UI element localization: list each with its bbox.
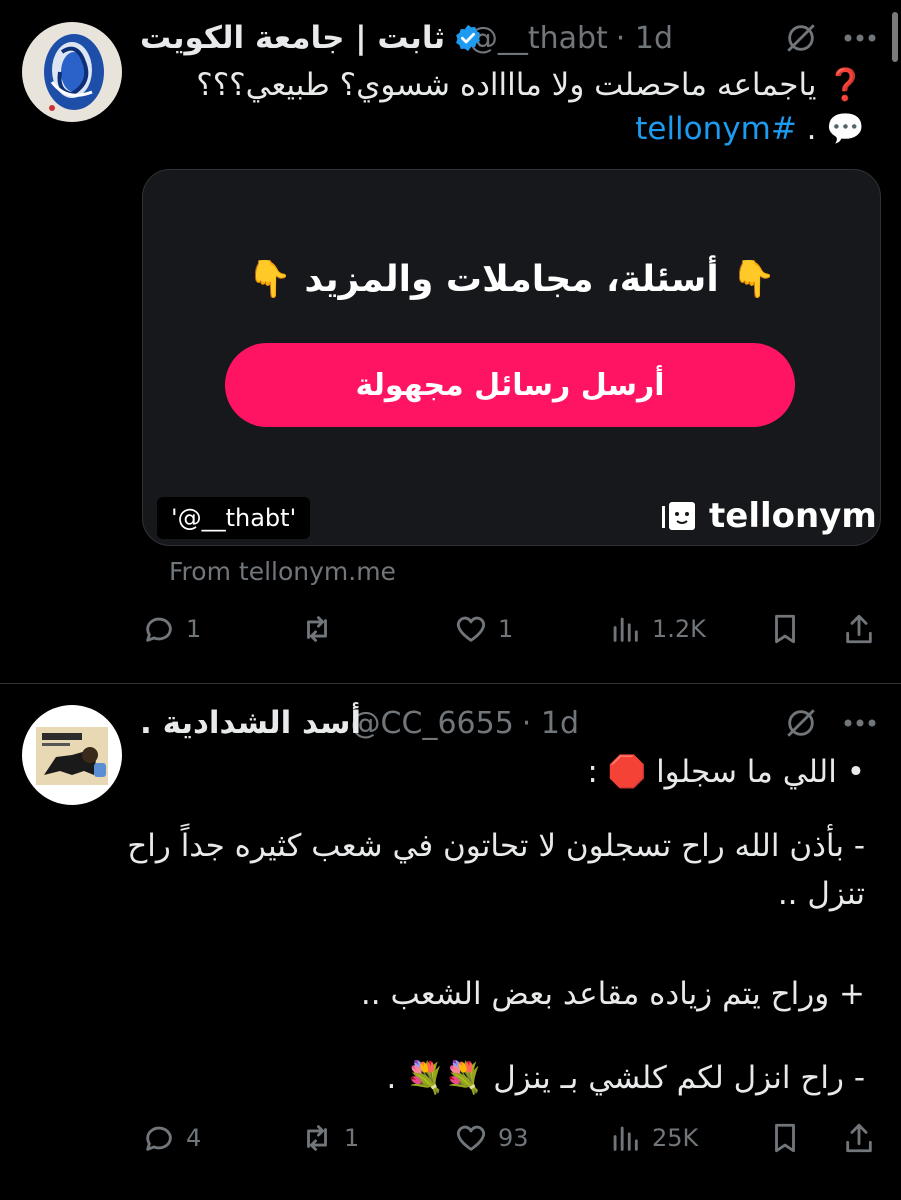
like-button[interactable]: 93 [454,1121,529,1155]
views-count: 25K [652,1124,699,1152]
like-count: 1 [498,615,514,643]
views-count: 1.2K [652,615,706,643]
views-button[interactable]: 1.2K [608,612,706,646]
card-title: 👇 أسئلة، مجاملات والمزيد 👇 [246,259,777,300]
tweet-header: @CC_6655 · 1d [351,699,579,747]
reply-icon [146,1126,172,1151]
avatar[interactable] [22,705,122,805]
send-anonymous-button[interactable]: أرسل رسائل مجهولة [225,343,795,427]
views-icon [613,617,638,642]
tweet-text-line: تنزل .. [777,876,865,912]
hashtag-link[interactable]: #tellonym [635,111,797,147]
reply-button[interactable]: 4 [142,1121,201,1155]
retweet-icon [307,616,327,642]
tweet-actions: 4 1 93 25K [142,1121,882,1161]
bookmark-icon [775,614,795,644]
heart-icon [456,616,486,642]
reply-count: 4 [186,1124,202,1152]
tweet-text-line: 💬 . #tellonym [635,111,865,147]
share-button[interactable] [842,1121,876,1155]
grok-icon[interactable] [784,706,818,740]
card-brand: tellonym [659,496,877,536]
brand-name: tellonym [709,496,877,536]
tweet[interactable]: @CC_6655 · 1d أسد الشدادية . • اللي ما س… [0,685,901,1200]
tellonym-logo-icon [662,502,695,530]
abstract-blue-face-avatar [22,22,122,122]
grok-icon[interactable] [784,21,818,55]
views-button[interactable]: 25K [608,1121,698,1155]
bookmark-icon [775,1123,795,1153]
author-name-group: ثابت | جامعة الكويت [140,14,483,62]
retweet-icon [307,1125,327,1151]
tweet-text-line: - بأذن الله راح تسجلون لا تحاتون في شعب … [127,828,865,864]
tweet-header: @__thabt · 1d [468,14,673,62]
tweet-text-line: - راح انزل لكم كلشي بـ ينزل 💐💐 . [386,1060,865,1096]
bookmark-button[interactable] [768,1121,802,1155]
more-icon[interactable] [842,717,878,729]
like-button[interactable]: 1 [454,612,513,646]
author-name-group: أسد الشدادية . [140,699,361,747]
avatar[interactable] [22,22,122,122]
retweet-button[interactable] [300,612,344,646]
heart-icon [456,1125,486,1151]
handle[interactable]: @CC_6655 [351,706,514,741]
tweet-text-line: • اللي ما سجلوا 🛑 : [587,754,865,790]
views-icon [613,1126,638,1151]
lion-logo-avatar [22,705,122,805]
retweet-count: 1 [344,1124,360,1152]
tweet-text-line: + وراح يتم زياده مقاعد بعض الشعب .. [360,976,865,1012]
bookmark-button[interactable] [768,612,802,646]
reply-count: 1 [186,615,202,643]
timestamp[interactable]: · 1d [522,706,579,741]
display-name[interactable]: أسد الشدادية . [140,705,361,741]
tweet[interactable]: @__thabt · 1d ثابت | جامعة الكويت ❓ ياجم… [0,0,901,684]
share-button[interactable] [842,612,876,646]
tweet-text-line: ❓ ياجماعه ماحصلت ولا مااااده شسوي؟ طبيعي… [196,67,865,103]
card-source[interactable]: From tellonym.me [169,557,396,586]
timestamp[interactable]: · 1d [616,21,673,56]
speech-bubble-emoji: 💬 [826,111,865,147]
reply-button[interactable]: 1 [142,612,201,646]
tweet-actions: 1 1 1.2K [142,612,882,652]
verified-badge-icon [456,24,480,52]
share-icon [846,614,872,644]
like-count: 93 [498,1124,529,1152]
retweet-button[interactable]: 1 [300,1121,359,1155]
more-icon[interactable] [842,32,878,44]
card-username-tag: '@__thabt' [157,497,311,539]
share-icon [846,1123,872,1153]
reply-icon [146,617,172,642]
handle[interactable]: @__thabt [468,21,608,56]
display-name[interactable]: ثابت | جامعة الكويت [140,20,445,56]
